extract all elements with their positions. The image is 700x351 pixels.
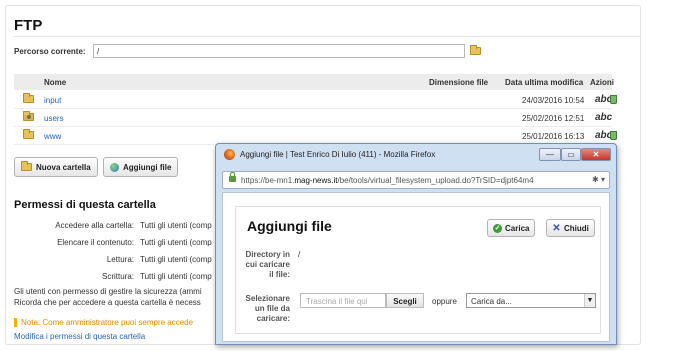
file-table-header: Nome Dimensione file Data ultima modific…: [14, 74, 614, 90]
url-bar[interactable]: https://be-mn1.mag-news.it/be/tools/virt…: [222, 171, 610, 189]
directory-label: Directory in cui caricare il file:: [245, 250, 290, 279]
add-file-button[interactable]: Aggiungi file: [103, 157, 179, 177]
file-select-label: Selezionare un file da caricare:: [245, 294, 290, 323]
open-folder-icon[interactable]: [470, 45, 481, 55]
perm-value-write: Tutti gli utenti (comp: [140, 272, 212, 281]
dialog-heading: Aggiungi file: [247, 218, 332, 234]
modified-date: 24/03/2016 10:54: [522, 96, 585, 105]
dialog-content: Aggiungi file ✓ Carica ✕ Chiudi Director…: [222, 192, 610, 342]
file-drop-zone[interactable]: Trascina il file qui: [300, 293, 386, 308]
admin-warning: Nota: Come amministratore puoi sempre ac…: [14, 318, 220, 327]
perm-value-list: Tutti gli utenti (comp: [140, 238, 212, 247]
choose-file-button[interactable]: Scegli: [386, 293, 424, 308]
title-divider: [14, 36, 640, 37]
folder-icon: [23, 93, 34, 103]
path-label: Percorso corrente:: [14, 47, 86, 56]
folder-link[interactable]: input: [44, 96, 61, 105]
or-label: oppure: [432, 297, 457, 306]
close-button-label: Chiudi: [564, 223, 589, 233]
modified-date: 25/01/2016 16:13: [522, 132, 585, 141]
access-note: Ricorda che per accedere a questa cartel…: [14, 298, 201, 307]
url-text: https://be-mn1.mag-news.it/be/tools/virt…: [241, 176, 534, 185]
permissions-title: Permessi di questa cartella: [14, 199, 156, 211]
new-folder-label: Nuova cartella: [36, 162, 91, 172]
firefox-icon: [224, 149, 235, 160]
folder-icon: [23, 129, 34, 139]
trash-icon[interactable]: [610, 131, 617, 140]
upload-dialog-window: Aggiungi file | Test Enrico Di Iulio (41…: [215, 143, 617, 345]
close-icon: ✕: [552, 222, 561, 234]
new-folder-button[interactable]: Nuova cartella: [14, 157, 98, 177]
globe-icon: [110, 162, 119, 172]
maximize-button[interactable]: ▭: [561, 148, 581, 161]
table-row: users 25/02/2016 12:51 abc: [14, 109, 612, 127]
perm-value-read: Tutti gli utenti (comp: [140, 255, 212, 264]
perm-value-access: Tutti gli utenti (comp: [140, 221, 212, 230]
close-button[interactable]: ✕ Chiudi: [546, 219, 595, 237]
window-title: Aggiungi file | Test Enrico Di Iulio (41…: [240, 150, 436, 159]
path-input[interactable]: [93, 44, 465, 58]
upload-button[interactable]: ✓ Carica: [487, 219, 536, 237]
rename-icon[interactable]: abc: [595, 112, 612, 123]
table-row: input 24/03/2016 10:54 abc: [14, 91, 617, 109]
users-folder-icon: [23, 111, 34, 121]
directory-value: /: [298, 250, 301, 259]
modified-date: 25/02/2016 12:51: [522, 114, 585, 123]
security-note: Gli utenti con permesso di gestire la si…: [14, 287, 202, 296]
lock-icon: [229, 172, 236, 182]
trash-icon[interactable]: [610, 95, 617, 104]
perm-label-write: Scrittura:: [101, 272, 134, 281]
page-title: FTP: [14, 17, 43, 34]
header-date: Data ultima modifica: [505, 78, 584, 87]
page: FTP Percorso corrente: Nome Dimensione f…: [0, 0, 700, 351]
perm-label-list: Elencare il contenuto:: [57, 238, 134, 247]
close-window-button[interactable]: ✕: [581, 148, 611, 161]
check-icon: ✓: [493, 223, 502, 233]
minimize-button[interactable]: —: [539, 148, 561, 161]
upload-button-label: Carica: [505, 223, 530, 233]
upload-source-select[interactable]: Carica da... ▼: [466, 293, 596, 308]
folder-link[interactable]: www: [44, 132, 61, 141]
folder-icon: [21, 161, 32, 171]
header-name: Nome: [44, 78, 67, 87]
perm-label-access: Accedere alla cartella:: [55, 221, 134, 230]
perm-label-read: Lettura:: [106, 255, 134, 264]
select-value: Carica da...: [471, 297, 512, 306]
header-actions: Azioni: [590, 78, 614, 87]
dropdown-arrow-icon[interactable]: ▼: [584, 294, 595, 307]
modify-permissions-link[interactable]: Modifica i permessi di questa cartella: [14, 332, 145, 341]
header-size: Dimensione file: [429, 78, 489, 87]
upload-form: Aggiungi file ✓ Carica ✕ Chiudi Director…: [235, 206, 601, 334]
add-file-label: Aggiungi file: [123, 162, 172, 172]
url-tools-icon[interactable]: ✱ ▾: [592, 175, 605, 184]
folder-link[interactable]: users: [44, 114, 64, 123]
